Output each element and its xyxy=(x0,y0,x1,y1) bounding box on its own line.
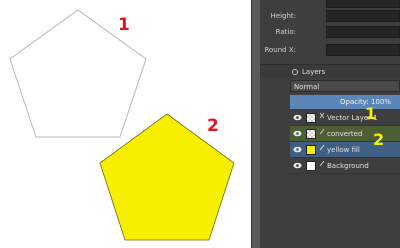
annotation-number-two: 2 xyxy=(207,116,219,136)
layer-thumbnail xyxy=(306,161,316,171)
top-field[interactable] xyxy=(326,0,400,8)
eye-icon[interactable] xyxy=(293,162,302,169)
canvas-area[interactable]: 1 2 xyxy=(0,0,252,248)
blend-mode-value: Normal xyxy=(294,83,320,91)
ratio-row: Ratio: xyxy=(260,26,400,38)
annotation-number-one: 1 xyxy=(365,104,377,123)
paint-layer-icon xyxy=(319,160,325,167)
layer-thumbnail xyxy=(306,113,316,123)
round-x-row: Round X: xyxy=(260,44,400,56)
layer-row[interactable]: Vector Layer 1 xyxy=(290,110,400,126)
top-field-row xyxy=(260,0,400,8)
layer-name: yellow fill xyxy=(327,146,360,154)
panel-divider[interactable] xyxy=(252,0,260,248)
annotation-number-two: 2 xyxy=(373,130,385,149)
layer-thumbnail xyxy=(306,145,316,155)
vector-layer-icon xyxy=(319,112,325,119)
layers-title: Layers xyxy=(302,68,326,76)
eye-icon[interactable] xyxy=(293,114,302,121)
layer-thumbnail xyxy=(306,129,316,139)
height-field[interactable] xyxy=(326,10,400,22)
layer-row[interactable]: Background xyxy=(290,158,400,174)
paint-layer-icon xyxy=(319,128,325,135)
round-x-field[interactable] xyxy=(326,44,400,56)
round-x-label: Round X: xyxy=(264,46,296,54)
annotation-number-one: 1 xyxy=(118,15,130,35)
blend-mode-select[interactable]: Normal xyxy=(290,80,400,92)
ratio-field[interactable] xyxy=(326,26,400,38)
eye-icon[interactable] xyxy=(293,130,302,137)
height-row: Height: xyxy=(260,10,400,22)
layers-header[interactable]: Layers xyxy=(260,64,400,78)
layers-docker-icon xyxy=(292,69,298,75)
eye-icon[interactable] xyxy=(293,146,302,153)
right-panel: Height: Ratio: Round X: Layers Normal Op… xyxy=(260,0,400,248)
paint-layer-icon xyxy=(319,144,325,151)
height-label: Height: xyxy=(270,12,297,20)
layer-name: Background xyxy=(327,162,369,170)
ratio-label: Ratio: xyxy=(275,28,296,36)
opacity-slider[interactable]: Opacity: 100% xyxy=(290,95,400,109)
layer-name: converted xyxy=(327,130,363,138)
